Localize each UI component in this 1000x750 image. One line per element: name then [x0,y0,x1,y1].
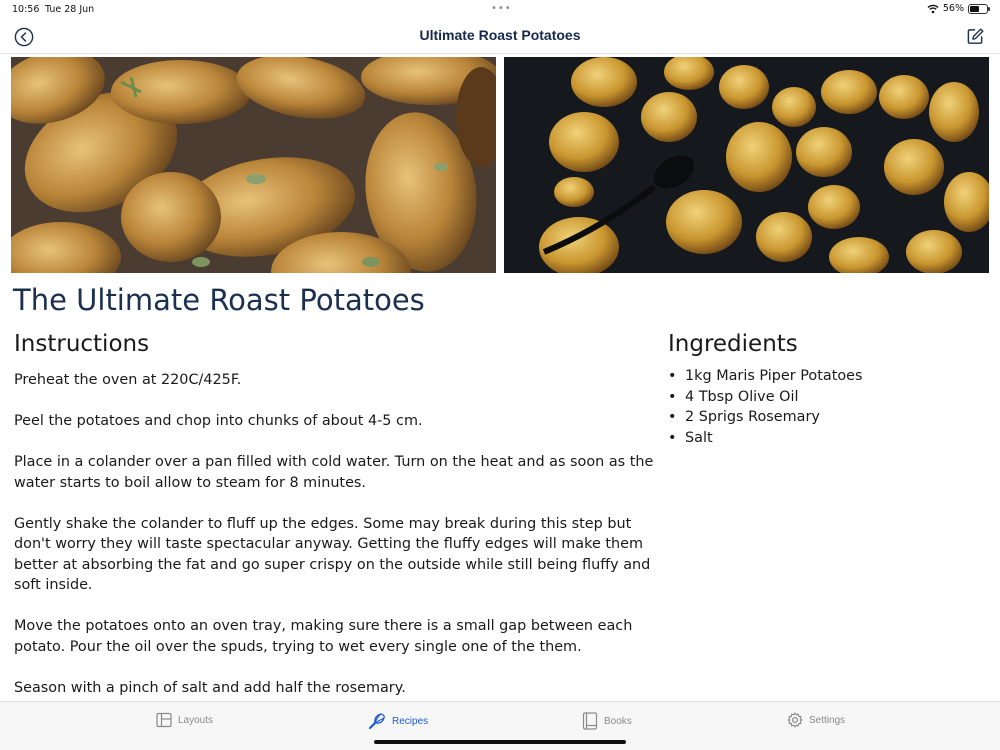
instruction-step: Preheat the oven at 220C/425F. [14,372,242,388]
edit-icon[interactable] [966,27,985,46]
status-date: Tue 28 Jun [45,4,95,15]
tab-label: Recipes [392,715,429,727]
battery-percent: 56% [942,3,964,14]
roast-potatoes-photo-right[interactable] [504,57,989,273]
status-bar: 10:56 Tue 28 Jun ••• 56% [0,0,1000,20]
status-right: 56% [927,3,990,14]
tab-recipes[interactable]: Recipes [368,712,428,730]
tab-books[interactable]: Books [582,712,632,730]
layout-icon [156,712,172,728]
ingredients-heading: Ingredients [668,331,798,357]
nav-title: Ultimate Roast Potatoes [419,27,581,43]
gear-icon [787,712,803,728]
home-indicator[interactable] [374,740,626,744]
tab-settings[interactable]: Settings [787,712,845,728]
whisk-icon [368,713,385,730]
battery-icon [968,3,990,14]
book-icon [582,712,598,730]
wifi-icon [927,4,939,13]
instruction-step: Place in a colander over a pan filled wi… [14,454,654,491]
tab-label: Settings [809,714,846,726]
ingredient-item: 1kg Maris Piper Potatoes [668,366,863,387]
tab-layouts[interactable]: Layouts [156,712,213,728]
roast-potatoes-photo-left[interactable] [11,57,496,273]
instructions-heading: Instructions [14,331,150,357]
instruction-step: Move the potatoes onto an oven tray, mak… [14,618,633,655]
status-time: 10:56 [12,4,40,15]
navigation-bar: Ultimate Roast Potatoes [0,20,1000,54]
recipe-title: The Ultimate Roast Potatoes [13,283,425,317]
multitasking-dots-icon[interactable]: ••• [491,3,512,14]
ingredient-item: 4 Tbsp Olive Oil [668,387,863,408]
instructions-text: Preheat the oven at 220C/425F. Peel the … [14,370,654,700]
ingredient-item: 2 Sprigs Rosemary [668,407,863,428]
instruction-step: Gently shake the colander to fluff up th… [14,515,651,594]
instruction-step: Season with a pinch of salt and add half… [14,679,406,696]
tab-label: Books [604,715,632,727]
ingredient-item: Salt [668,428,863,449]
recipe-photos [11,57,989,273]
ingredients-list: 1kg Maris Piper Potatoes 4 Tbsp Olive Oi… [668,366,863,448]
instruction-step: Peel the potatoes and chop into chunks o… [14,413,423,429]
tab-label: Layouts [178,714,214,726]
